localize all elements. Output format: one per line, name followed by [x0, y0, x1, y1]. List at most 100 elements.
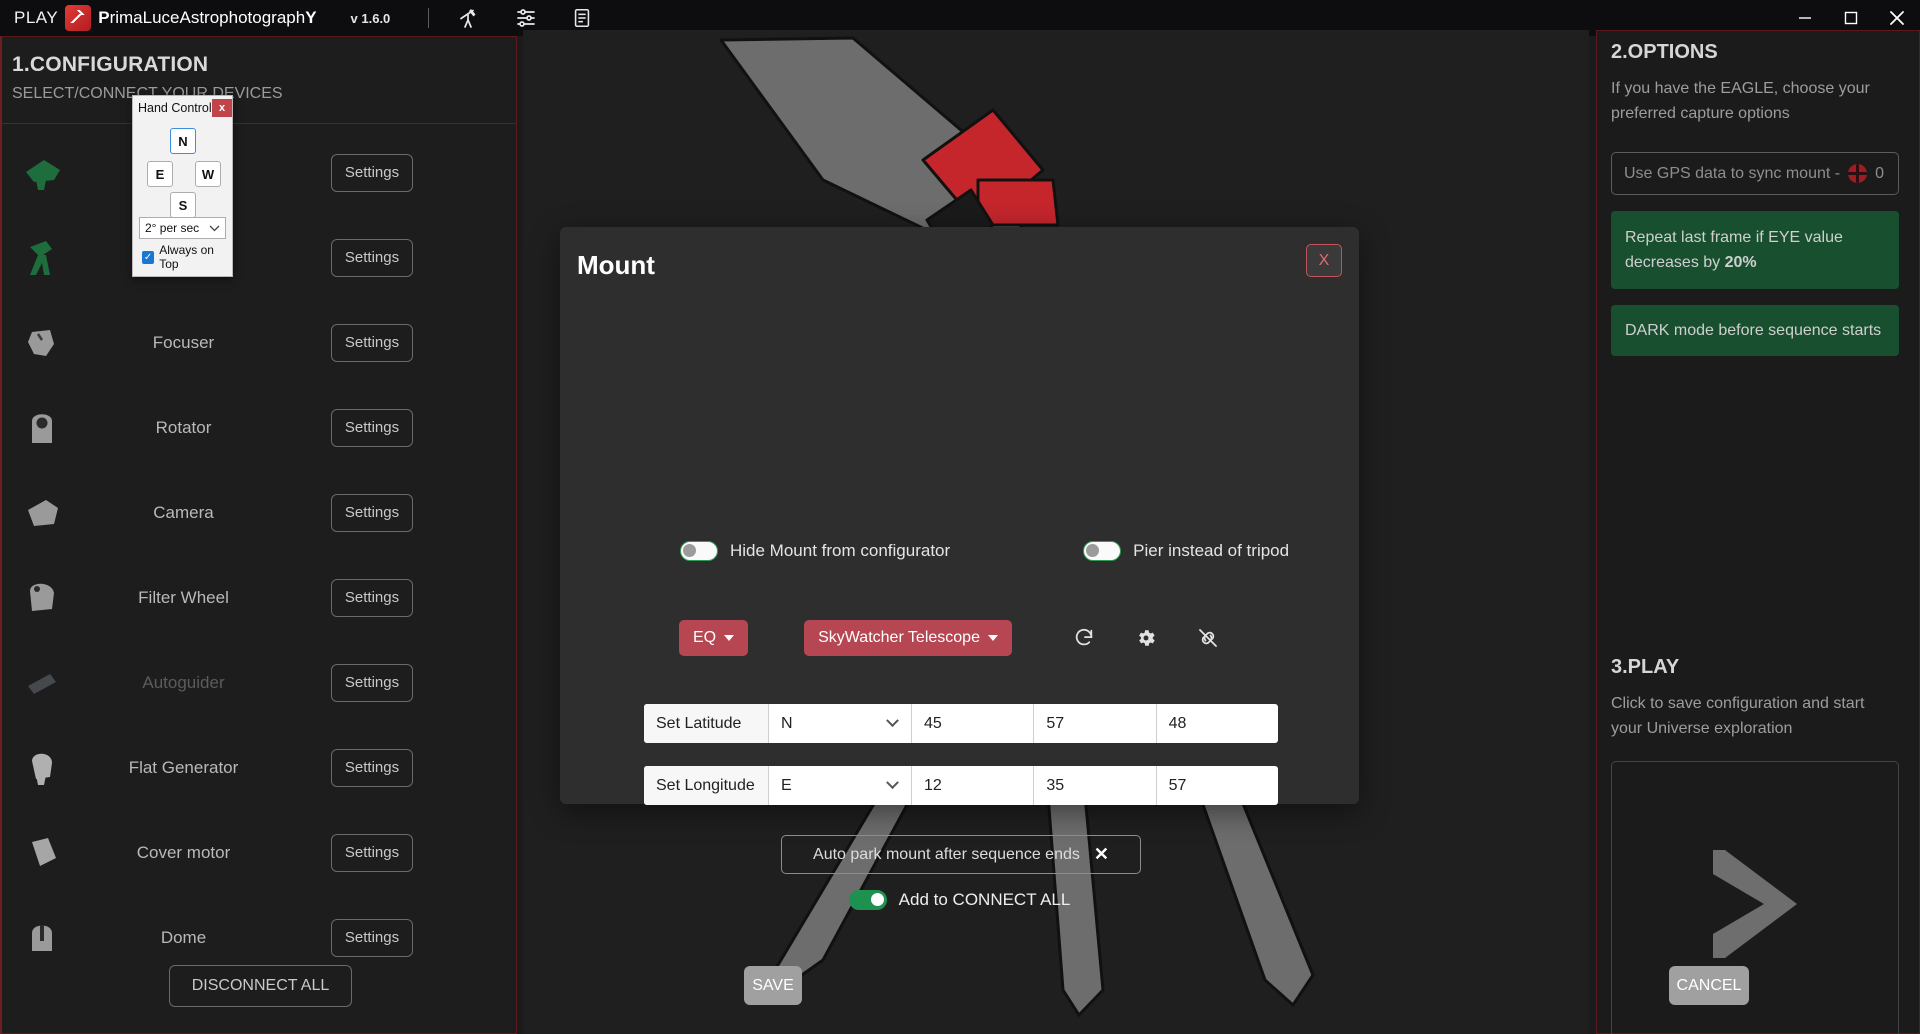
- device-settings-button[interactable]: Settings: [331, 238, 413, 277]
- hand-control-always-on-top-row[interactable]: ✓ Always on Top: [142, 243, 232, 271]
- latitude-label: Set Latitude: [644, 704, 769, 743]
- device-name: Dome: [160, 927, 207, 947]
- device-settings-button[interactable]: Settings: [331, 578, 413, 617]
- latitude-hemisphere-value: N: [781, 714, 793, 732]
- latitude-degrees-input[interactable]: 45: [912, 704, 1035, 743]
- use-gps-value: 0: [1875, 164, 1884, 182]
- toggle-knob: [1086, 544, 1100, 557]
- mount-driver-row: EQ SkyWatcher Telescope: [560, 618, 1359, 658]
- device-row: Flat Generator Settings: [2, 725, 516, 810]
- device-list: Settings Settings Focuser Settings Rotator Se…: [2, 124, 516, 980]
- mount-driver-value: SkyWatcher Telescope: [818, 629, 980, 646]
- latitude-hemisphere-select[interactable]: N: [769, 704, 912, 743]
- primaluce-logo-icon: [65, 5, 92, 31]
- longitude-hemisphere-value: E: [781, 776, 792, 794]
- mount-dialog-close-button[interactable]: X: [1306, 244, 1342, 277]
- device-settings-button[interactable]: Settings: [331, 323, 413, 362]
- chevron-down-icon: [987, 635, 998, 641]
- auto-park-button[interactable]: Auto park mount after sequence ends ✕: [781, 835, 1141, 874]
- hide-mount-toggle[interactable]: [680, 541, 718, 561]
- pier-instead-of-tripod-toggle[interactable]: [1083, 541, 1122, 561]
- hand-control-south-button[interactable]: S: [170, 192, 196, 218]
- device-row: Rotator Settings: [2, 385, 516, 470]
- device-settings-button[interactable]: Settings: [331, 748, 413, 787]
- mount-driver-dropdown[interactable]: SkyWatcher Telescope: [804, 620, 1012, 656]
- cancel-button[interactable]: CANCEL: [1669, 966, 1749, 1005]
- latitude-seconds-input[interactable]: 48: [1157, 704, 1278, 743]
- device-settings-button[interactable]: Settings: [331, 833, 413, 872]
- longitude-degrees-input[interactable]: 12: [912, 766, 1035, 805]
- pier-toggle-group: Pier instead of tripod: [1083, 541, 1289, 561]
- latitude-minutes-input[interactable]: 57: [1034, 704, 1157, 743]
- device-settings-button[interactable]: Settings: [331, 493, 413, 532]
- disconnect-all-row: DISCONNECT ALL: [2, 965, 519, 1007]
- hand-control-east-button[interactable]: E: [147, 161, 173, 187]
- connect-all-row: Add to CONNECT ALL: [560, 890, 1359, 910]
- chevron-down-icon: [209, 221, 220, 235]
- hand-control-dpad: N E W S: [133, 120, 232, 218]
- app-version: v 1.6.0: [350, 10, 391, 26]
- save-button[interactable]: SAVE: [744, 966, 802, 1005]
- always-on-top-label: Always on Top: [159, 243, 214, 271]
- longitude-seconds-input[interactable]: 57: [1157, 766, 1278, 805]
- mount-dialog: Mount X Hide Mount from configurator Pie…: [560, 227, 1749, 1005]
- notes-icon[interactable]: [567, 3, 597, 33]
- device-row: Camera Settings: [2, 470, 516, 555]
- mount-dialog-title: Mount: [577, 250, 655, 280]
- always-on-top-checkbox[interactable]: ✓: [142, 250, 155, 264]
- dark-mode-option[interactable]: DARK mode before sequence starts: [1611, 305, 1899, 356]
- device-settings-button[interactable]: Settings: [331, 663, 413, 702]
- device-settings-button[interactable]: Settings: [331, 153, 413, 192]
- hand-control-north-button[interactable]: N: [170, 128, 196, 154]
- add-to-connect-all-toggle[interactable]: [848, 890, 887, 910]
- app-root: PLAY PrimaLuceAstrophotographY v 1.6.0 1…: [0, 0, 1920, 1034]
- tripod-icon: [10, 235, 76, 281]
- device-name: Camera: [153, 502, 214, 522]
- refresh-icon[interactable]: [1064, 618, 1104, 658]
- chevron-down-icon: [886, 714, 899, 728]
- close-icon: ✕: [1093, 844, 1109, 864]
- configuration-subheading: SELECT/CONNECT YOUR DEVICES: [12, 85, 283, 102]
- play-section: 3.PLAY Click to save configuration and s…: [1611, 656, 1919, 1034]
- mount-type-dropdown[interactable]: EQ: [679, 620, 749, 656]
- pier-instead-of-tripod-label: Pier instead of tripod: [1133, 541, 1290, 560]
- hand-control-window[interactable]: Hand Control x N E W S 2° per sec ✓ Alwa…: [132, 95, 233, 277]
- gear-icon[interactable]: [1126, 618, 1166, 658]
- device-name: Flat Generator: [128, 757, 239, 777]
- chevron-down-icon: [886, 776, 899, 790]
- brand-main: rimaLuceAstrophotograph: [109, 8, 306, 27]
- hand-control-titlebar: Hand Control x: [133, 96, 232, 120]
- configuration-heading: 1.CONFIGURATION: [12, 53, 209, 76]
- disconnect-all-button[interactable]: DISCONNECT ALL: [168, 965, 353, 1007]
- hand-control-speed-select[interactable]: 2° per sec: [139, 217, 226, 239]
- play-button[interactable]: [1611, 761, 1899, 1034]
- latitude-row: Set Latitude N 45 57 48: [644, 704, 1278, 743]
- device-settings-button[interactable]: Settings: [331, 408, 413, 447]
- options-play-panel: 2.OPTIONS If you have the EAGLE, choose …: [1596, 30, 1920, 1034]
- hand-control-close-button[interactable]: x: [212, 99, 232, 117]
- device-row: Autoguider Settings: [2, 640, 516, 725]
- hand-control-title: Hand Control: [138, 101, 212, 115]
- device-name: Rotator: [155, 417, 212, 437]
- repeat-last-frame-value: 20%: [1724, 254, 1757, 271]
- hide-mount-toggle-group: Hide Mount from configurator: [680, 541, 950, 561]
- options-subheading: If you have the EAGLE, choose your prefe…: [1611, 80, 1870, 122]
- globe-icon: [1848, 164, 1868, 183]
- device-row: Filter Wheel Settings: [2, 555, 516, 640]
- telescope-icon[interactable]: [455, 3, 485, 33]
- sliders-icon[interactable]: [511, 3, 541, 33]
- configuration-panel: 1.CONFIGURATION SELECT/CONNECT YOUR DEVI…: [0, 36, 517, 1034]
- use-gps-option[interactable]: Use GPS data to sync mount - 0: [1611, 152, 1899, 195]
- hand-control-west-button[interactable]: W: [195, 161, 221, 187]
- toggle-knob: [870, 893, 884, 906]
- repeat-last-frame-option[interactable]: Repeat last frame if EYE value decreases…: [1611, 211, 1899, 289]
- device-name: Cover motor: [136, 842, 231, 862]
- play-wordmark: PLAY: [14, 8, 59, 27]
- longitude-hemisphere-select[interactable]: E: [769, 766, 912, 805]
- unlink-icon[interactable]: [1188, 618, 1228, 658]
- device-row: Focuser Settings: [2, 300, 516, 385]
- device-settings-button[interactable]: Settings: [331, 918, 413, 957]
- configuration-header: 1.CONFIGURATION SELECT/CONNECT YOUR DEVI…: [2, 37, 516, 113]
- longitude-row: Set Longitude E 12 35 57: [644, 766, 1278, 805]
- longitude-minutes-input[interactable]: 35: [1034, 766, 1157, 805]
